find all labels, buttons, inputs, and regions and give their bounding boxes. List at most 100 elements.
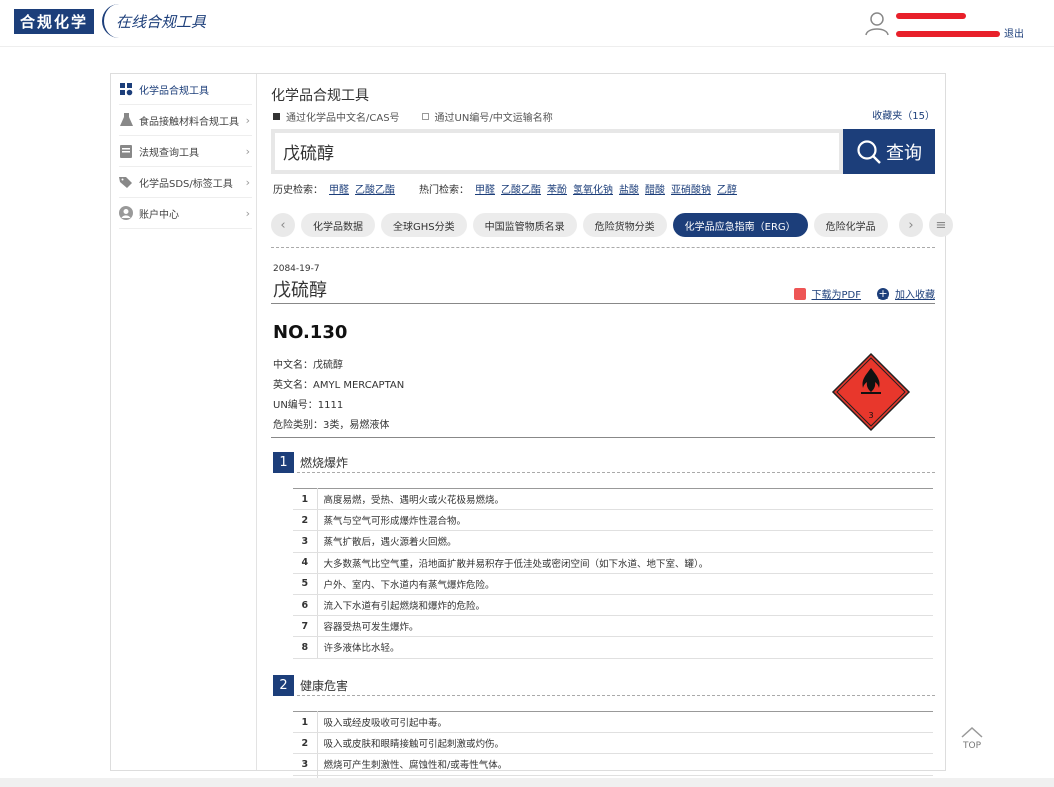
pdf-icon — [793, 287, 806, 300]
sidebar-item-food-contact[interactable]: 食品接触材料合规工具 › — [119, 105, 252, 136]
menu-icon[interactable]: ≡ — [929, 213, 953, 237]
user-area: 退出 — [864, 10, 1024, 41]
search-history: 历史检索： 甲醛 乙酸乙酯 热门检索： 甲醛 乙酸乙酯 苯酚 氢氧化钠 盐酸 醋… — [273, 181, 737, 196]
table-row: 3 燃烧可产生刺激性、腐蚀性和/或毒性气体。 — [293, 753, 933, 776]
divider — [297, 695, 935, 696]
tab-dangerous-goods[interactable]: 危险货物分类 — [582, 213, 667, 237]
add-favorite-link[interactable]: + 加入收藏 — [877, 286, 935, 301]
search-icon — [857, 139, 881, 164]
sidebar-item-label: 法规查询工具 — [139, 147, 199, 159]
content-frame: 化学品合规工具 食品接触材料合规工具 › 法规查询工具 › 化学品SDS/标签工… — [110, 73, 953, 787]
sidebar: 化学品合规工具 食品接触材料合规工具 › 法规查询工具 › 化学品SDS/标签工… — [111, 74, 257, 770]
table-row: 2 吸入或皮肤和眼睛接触可引起刺激或灼伤。 — [293, 732, 933, 755]
guide-number: NO.130 — [273, 322, 348, 343]
user-avatar-icon — [865, 12, 889, 36]
table-row: 3 蒸气扩散后，遇火源着火回燃。 — [293, 530, 933, 553]
user-info: 退出 — [896, 10, 1024, 41]
download-pdf-label: 下载为PDF — [811, 290, 861, 301]
search-button-label: 查询 — [886, 142, 922, 164]
divider — [271, 437, 935, 438]
section-number: 1 — [273, 452, 294, 473]
chevron-right-icon: › — [245, 114, 250, 127]
page-title: 化学品合规工具 — [271, 88, 369, 104]
account-icon — [119, 206, 133, 220]
sidebar-item-label: 化学品SDS/标签工具 — [139, 178, 233, 190]
logout-link[interactable]: 退出 — [1004, 29, 1024, 40]
sidebar-item-chem-compliance[interactable]: 化学品合规工具 — [119, 74, 252, 105]
chevron-right-icon: › — [245, 145, 250, 158]
search-bar: 查询 — [271, 129, 935, 174]
hot-link[interactable]: 乙酸乙酯 — [501, 181, 541, 196]
search-input[interactable] — [271, 129, 843, 174]
add-favorite-label: 加入收藏 — [895, 290, 935, 301]
flask-icon — [119, 113, 133, 127]
section-fire-explosion: 1 燃烧爆炸 — [273, 452, 348, 473]
grid-icon — [119, 82, 133, 96]
hot-link[interactable]: 盐酸 — [619, 181, 639, 196]
flammable-liquid-placard-icon: 3 — [831, 352, 911, 432]
top-label: TOP — [962, 741, 981, 751]
table-row: 5 户外、室内、下水道内有蒸气爆炸危险。 — [293, 573, 933, 595]
radio-cn-name-cas[interactable]: 通过化学品中文名/CAS号 — [273, 109, 400, 124]
hot-label: 热门检索： — [419, 185, 469, 196]
fire-explosion-table: 1 高度易燃，受热、遇明火或火花极易燃烧。 2 蒸气与空气可形成爆炸性混合物。 3蒸… — [293, 487, 933, 659]
table-row: 4 大多数蒸气比空气重，沿地面扩散并易积存于低洼处或密闭空间（如下水道、地下室、罐… — [293, 552, 933, 574]
cn-name: 中文名：戊硫醇 — [273, 360, 343, 371]
tab-china-inventory[interactable]: 中国监管物质名录 — [472, 213, 577, 237]
search-button[interactable]: 查询 — [843, 129, 935, 174]
tab-chem-data[interactable]: 化学品数据 — [301, 213, 375, 237]
chemical-name: 戊硫醇 — [273, 280, 327, 301]
tabs-next-button[interactable]: › — [899, 213, 923, 237]
chevron-up-icon — [961, 726, 983, 738]
tabs-strip: 化学品数据 全球GHS分类 中国监管物质名录 危险货物分类 化学品应急指南（ER… — [301, 213, 893, 237]
tab-ghs[interactable]: 全球GHS分类 — [381, 213, 467, 237]
hot-link[interactable]: 苯酚 — [547, 181, 567, 196]
section-title: 健康危害 — [300, 679, 349, 693]
en-name: 英文名：AMYL MERCAPTAN — [273, 380, 405, 391]
detail-actions: 下载为PDF + 加入收藏 — [793, 286, 935, 301]
divider — [271, 247, 935, 248]
site-logo[interactable]: 合规化学 在线合规工具 — [14, 4, 207, 38]
sidebar-item-label: 化学品合规工具 — [139, 85, 209, 97]
history-link[interactable]: 甲醛 — [329, 181, 349, 196]
hot-link[interactable]: 亚硝酸钠 — [671, 181, 711, 196]
hot-link[interactable]: 乙醇 — [717, 181, 737, 196]
chevron-right-icon: › — [245, 176, 250, 189]
hot-link[interactable]: 氢氧化钠 — [573, 181, 613, 196]
radio-label: 通过UN编号/中文运输名称 — [434, 113, 553, 124]
sidebar-item-account[interactable]: 账户中心 › — [119, 198, 252, 229]
placard-class-number: 3 — [868, 411, 873, 420]
sidebar-item-sds-label[interactable]: 化学品SDS/标签工具 › — [119, 167, 252, 198]
cas-number: 2084-19-7 — [273, 264, 320, 274]
radio-label: 通过化学品中文名/CAS号 — [286, 113, 400, 124]
table-row: 1 吸入或经皮吸收可引起中毒。 — [293, 710, 933, 734]
un-number: UN编号：1111 — [273, 400, 344, 411]
hot-link[interactable]: 醋酸 — [645, 181, 665, 196]
history-link[interactable]: 乙酸乙酯 — [355, 181, 395, 196]
table-row: 7 容器受热可发生爆炸。 — [293, 615, 933, 638]
tab-hazardous-chem[interactable]: 危险化学品 — [813, 213, 888, 237]
table-row: 6 流入下水道有引起燃烧和爆炸的危险。 — [293, 594, 933, 617]
plus-icon: + — [877, 286, 889, 300]
tab-erg[interactable]: 化学品应急指南（ERG） — [672, 213, 808, 237]
back-to-top-button[interactable]: TOP — [958, 726, 986, 751]
hot-link[interactable]: 甲醛 — [475, 181, 495, 196]
favorites-link[interactable]: 收藏夹（15） — [872, 107, 935, 122]
chevron-right-icon: › — [245, 207, 250, 220]
table-row: 8 许多液体比水轻。 — [293, 636, 933, 659]
redacted-company — [896, 31, 1000, 37]
tabs-prev-button[interactable]: ‹ — [271, 213, 295, 237]
logo-subtitle: 在线合规工具 — [116, 12, 207, 31]
top-header: 合规化学 在线合规工具 退出 — [0, 0, 1054, 47]
horizontal-scrollbar[interactable] — [0, 778, 1054, 787]
radio-unchecked-icon — [421, 113, 429, 120]
sidebar-item-regulations[interactable]: 法规查询工具 › — [119, 136, 252, 167]
radio-un-transport[interactable]: 通过UN编号/中文运输名称 — [421, 109, 553, 124]
section-title: 燃烧爆炸 — [300, 456, 349, 470]
download-pdf-link[interactable]: 下载为PDF — [793, 286, 861, 301]
section-number: 2 — [273, 675, 294, 696]
section-health-hazard: 2 健康危害 — [273, 675, 348, 696]
divider — [297, 472, 935, 473]
table-row: 2 蒸气与空气可形成爆炸性混合物。 — [293, 509, 933, 532]
sidebar-item-label: 食品接触材料合规工具 — [139, 116, 239, 128]
